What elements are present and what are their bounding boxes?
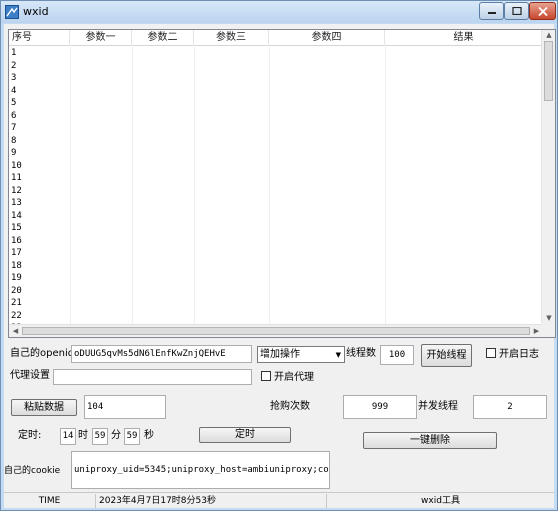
enable-proxy-label: 开启代理	[274, 372, 314, 383]
app-icon	[5, 5, 19, 19]
client-area: 序号 参数一 参数二 参数三 参数四 结果 1 2 3 4 5 6 7 8 9 10 11 12 13 1…	[4, 24, 556, 508]
status-pane-time: 2023年4月7日17时8分53秒	[96, 494, 327, 508]
table-row[interactable]: 4	[9, 85, 543, 98]
operation-select-value: 增加操作	[260, 349, 300, 360]
table-row[interactable]: 16	[9, 235, 543, 248]
concurrent-threads-label: 并发线程	[418, 401, 458, 412]
proxy-input[interactable]	[53, 369, 252, 385]
hour-unit-label: 时	[78, 430, 88, 441]
chevron-down-icon: ▼	[335, 351, 341, 359]
table-row[interactable]: 21	[9, 297, 543, 310]
table-row[interactable]: 18	[9, 260, 543, 273]
table-row[interactable]: 22	[9, 310, 543, 323]
timer-label: 定时:	[18, 430, 42, 441]
table-row[interactable]: 12	[9, 185, 543, 198]
openid-label: 自己的openid	[10, 348, 75, 359]
table-row[interactable]: 20	[9, 285, 543, 298]
openid-input[interactable]: oDUUG5qvMs5dN6lEnfKwZnjQEHvE	[71, 345, 252, 363]
vertical-scroll-thumb[interactable]	[544, 41, 553, 101]
minimize-icon	[487, 12, 496, 14]
title-bar[interactable]: wxid	[1, 1, 557, 23]
threads-label: 线程数	[346, 348, 376, 359]
column-header-param3[interactable]: 参数三	[194, 30, 269, 46]
maximize-button[interactable]	[504, 2, 529, 20]
delete-all-button[interactable]: 一键删除	[363, 432, 497, 449]
status-pane-app: wxid工具	[421, 496, 460, 506]
window-title: wxid	[23, 5, 49, 18]
paste-data-button[interactable]: 粘贴数据	[11, 399, 77, 416]
column-header-param4[interactable]: 参数四	[269, 30, 385, 46]
minute-input[interactable]: 59	[92, 428, 108, 445]
table-header: 序号 参数一 参数二 参数三 参数四 结果	[9, 30, 543, 46]
horizontal-scroll-thumb[interactable]	[22, 327, 530, 335]
start-threads-button[interactable]: 开始线程	[421, 344, 472, 367]
proxy-label: 代理设置	[10, 370, 50, 381]
enable-log-checkbox[interactable]: 开启日志	[486, 348, 539, 361]
second-unit-label: 秒	[144, 430, 154, 441]
checkbox-icon	[486, 348, 496, 358]
maximize-icon	[511, 7, 522, 15]
minute-unit-label: 分	[111, 430, 121, 441]
concurrent-threads-input[interactable]: 2	[473, 395, 547, 419]
table-row[interactable]: 5	[9, 97, 543, 110]
table-row[interactable]: 3	[9, 72, 543, 85]
vertical-scrollbar[interactable]: ▲ ▼	[541, 30, 555, 324]
threads-input[interactable]: 100	[380, 345, 414, 365]
cookie-label: 自己的cookie	[4, 466, 61, 476]
status-bar: TIME 2023年4月7日17时8分53秒 wxid工具	[4, 492, 554, 508]
column-header-index[interactable]: 序号	[9, 30, 70, 46]
grab-count-label: 抢购次数	[270, 401, 310, 412]
timer-button[interactable]: 定时	[199, 427, 291, 443]
second-input[interactable]: 59	[124, 428, 140, 445]
scroll-left-icon[interactable]: ◀	[9, 325, 22, 337]
operation-select[interactable]: 增加操作 ▼	[257, 346, 345, 363]
table-row[interactable]: 17	[9, 247, 543, 260]
column-header-result[interactable]: 结果	[385, 30, 543, 46]
status-pane-label: TIME	[4, 494, 96, 508]
checkbox-icon	[261, 371, 271, 381]
table-row[interactable]: 10	[9, 160, 543, 173]
table-row[interactable]: 8	[9, 135, 543, 148]
table-row[interactable]: 11	[9, 172, 543, 185]
table-row[interactable]: 6	[9, 110, 543, 123]
table-row[interactable]: 15	[9, 222, 543, 235]
grab-count-input[interactable]: 999	[343, 395, 417, 419]
column-header-param1[interactable]: 参数一	[70, 30, 132, 46]
enable-proxy-checkbox[interactable]: 开启代理	[261, 371, 314, 384]
hour-input[interactable]: 14	[60, 428, 76, 445]
minimize-button[interactable]	[479, 2, 504, 20]
paste-count-input[interactable]: 104	[84, 395, 166, 419]
enable-log-label: 开启日志	[499, 349, 539, 360]
table-row[interactable]: 1	[9, 47, 543, 60]
horizontal-scrollbar[interactable]: ◀ ▶	[9, 324, 543, 337]
table-body: 1234567891011121314151617181920212223	[9, 47, 543, 324]
scroll-corner	[541, 322, 555, 337]
table-row[interactable]: 14	[9, 210, 543, 223]
scroll-up-icon[interactable]: ▲	[542, 30, 555, 41]
table-row[interactable]: 7	[9, 122, 543, 135]
table-row[interactable]: 9	[9, 147, 543, 160]
table-row[interactable]: 2	[9, 60, 543, 73]
app-window: wxid 序号 参数一 参数二 参数三 参数四 结果 123456 7 8 9 …	[0, 0, 558, 511]
table-row[interactable]: 19	[9, 272, 543, 285]
cookie-input[interactable]: uniproxy_uid=5345;uniproxy_host=ambiunip…	[71, 451, 330, 489]
close-button[interactable]	[529, 2, 556, 20]
results-table[interactable]: 序号 参数一 参数二 参数三 参数四 结果 1 2 3 4 5 6 7 8 9 10 11 12 13 1…	[8, 29, 556, 338]
table-row[interactable]: 13	[9, 197, 543, 210]
close-icon	[537, 7, 548, 16]
column-header-param2[interactable]: 参数二	[132, 30, 194, 46]
